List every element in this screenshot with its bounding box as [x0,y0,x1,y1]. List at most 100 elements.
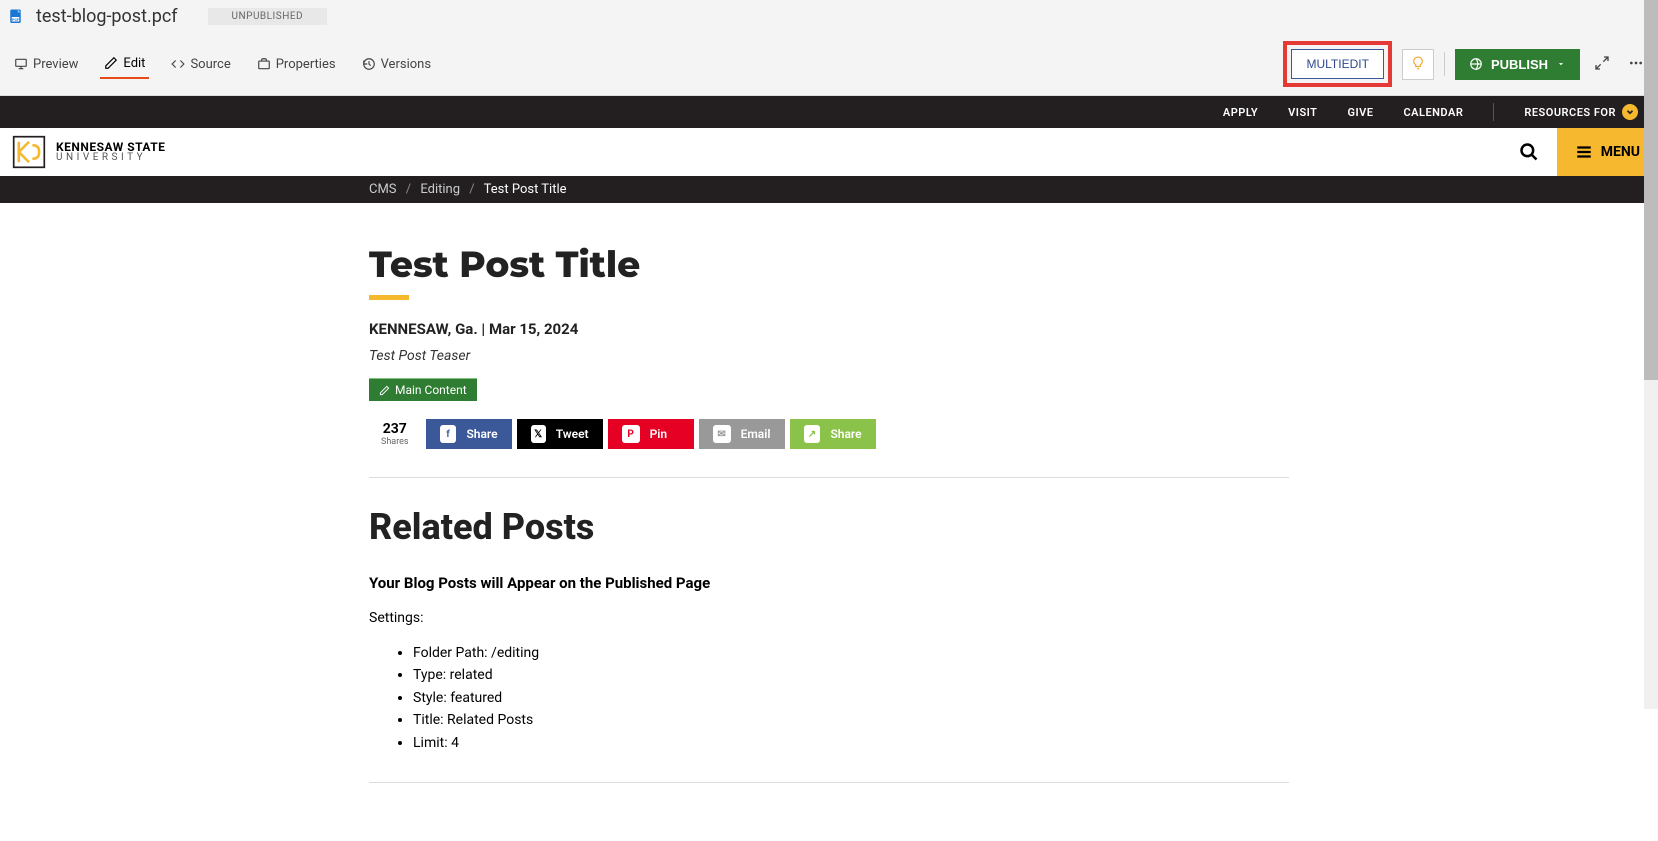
pencil-icon [104,56,118,70]
nav-give[interactable]: GIVE [1347,106,1373,119]
meta-sep: | [481,320,489,338]
share-email-button[interactable]: ✉ Email [699,419,785,449]
scrollbar[interactable] [1644,0,1658,709]
caret-down-icon [1556,59,1566,69]
settings-item: Folder Path: /editing [413,642,1289,664]
crumb-current: Test Post Title [484,182,567,197]
menu-label: MENU [1601,144,1640,160]
chevron-down-circle-icon [1622,104,1638,120]
monitor-icon [14,57,28,71]
brand[interactable]: KENNESAW STATE UNIVERSITY [0,135,165,169]
expand-button[interactable] [1590,51,1614,78]
settings-list: Folder Path: /editing Type: related Styl… [369,642,1289,754]
svg-text:PCF: PCF [12,17,19,21]
toolbar-left: Preview Edit Source Properties Versions [10,50,435,79]
tab-properties[interactable]: Properties [253,51,340,78]
share-tw-label: Tweet [556,427,589,441]
lightbulb-button[interactable] [1402,49,1434,80]
post-title: Test Post Title [369,243,1289,287]
content-area: Test Post Title KENNESAW, Ga. | Mar 15, … [0,203,1658,841]
share-generic-label: Share [830,427,861,441]
settings-item: Type: related [413,664,1289,686]
tab-edit[interactable]: Edit [100,50,149,79]
share-generic-button[interactable]: ↗ Share [790,419,876,449]
edit-main-content-button[interactable]: Main Content [369,378,477,401]
scrollbar-thumb[interactable] [1644,0,1658,380]
tab-source[interactable]: Source [167,51,234,78]
nav-resources-for[interactable]: RESOURCES FOR [1524,104,1638,120]
title-underline [369,295,409,300]
share-count: 237 Shares [369,421,421,447]
nav-calendar[interactable]: CALENDAR [1403,106,1463,119]
file-pcf-icon: PCF [8,8,26,26]
post-date: Mar 15, 2024 [489,320,578,338]
brand-text: KENNESAW STATE UNIVERSITY [56,141,165,163]
nav-apply[interactable]: APPLY [1223,106,1258,119]
publish-button[interactable]: PUBLISH [1455,49,1580,80]
multiedit-button[interactable]: MULTIEDIT [1291,49,1383,79]
tab-preview-label: Preview [33,57,78,72]
share-facebook-button[interactable]: f Share [426,419,512,449]
edit-region-label: Main Content [395,383,467,397]
search-button[interactable] [1501,128,1557,176]
related-subtitle: Your Blog Posts will Appear on the Publi… [369,574,1289,592]
tab-preview[interactable]: Preview [10,51,82,78]
settings-label: Settings: [369,610,1289,626]
email-icon: ✉ [713,425,731,443]
utility-nav: APPLY VISIT GIVE CALENDAR RESOURCES FOR [0,96,1658,128]
menu-button[interactable]: MENU [1557,128,1658,176]
x-icon: 𝕏 [531,425,546,443]
related-title: Related Posts [369,506,1289,548]
publish-label: PUBLISH [1491,57,1548,72]
publish-icon [1469,57,1483,71]
crumb-cms[interactable]: CMS [369,182,397,197]
crumb-sep: / [406,182,411,197]
site-header: KENNESAW STATE UNIVERSITY MENU [0,128,1658,176]
utility-divider [1493,103,1494,121]
hamburger-icon [1575,143,1593,161]
tab-source-label: Source [190,57,230,72]
pinterest-icon: P [622,425,640,443]
share-count-number: 237 [381,421,409,437]
highlight-box: MULTIEDIT [1283,41,1391,87]
crumb-editing[interactable]: Editing [420,182,460,197]
share-row: 237 Shares f Share 𝕏 Tweet P Pin ✉ Em [369,419,1289,449]
nav-visit[interactable]: VISIT [1288,106,1317,119]
separator [369,782,1289,783]
tab-edit-label: Edit [123,56,145,71]
pencil-icon [379,385,390,396]
share-icon: ↗ [804,425,821,443]
settings-item: Style: featured [413,687,1289,709]
brand-bottom: UNIVERSITY [56,153,165,163]
post-location: KENNESAW, Ga. [369,320,478,338]
status-badge: UNPUBLISHED [208,8,328,25]
tab-versions[interactable]: Versions [358,51,435,78]
briefcase-icon [257,57,271,71]
share-pin-label: Pin [650,427,668,441]
header-right: MENU [1501,128,1658,176]
expand-icon [1594,55,1610,71]
share-twitter-button[interactable]: 𝕏 Tweet [517,419,603,449]
breadcrumb: CMS / Editing / Test Post Title [0,176,1658,203]
share-fb-label: Share [466,427,497,441]
toolbar-divider [1444,52,1445,76]
facebook-icon: f [440,425,457,443]
page-preview: APPLY VISIT GIVE CALENDAR RESOURCES FOR … [0,96,1658,841]
resources-for-label: RESOURCES FOR [1524,106,1616,119]
post-meta: KENNESAW, Ga. | Mar 15, 2024 [369,320,1289,338]
share-email-label: Email [741,427,771,441]
tab-properties-label: Properties [276,57,336,72]
post-teaser: Test Post Teaser [369,348,1289,364]
filename-bar: PCF test-blog-post.pcf UNPUBLISHED [0,0,1658,33]
file-name[interactable]: test-blog-post.pcf [36,6,178,27]
settings-item: Limit: 4 [413,732,1289,754]
toolbar: Preview Edit Source Properties Versions … [0,33,1658,96]
separator [369,477,1289,478]
share-count-label: Shares [381,437,409,447]
crumb-sep: / [469,182,474,197]
lightbulb-icon [1411,56,1425,70]
history-icon [362,57,376,71]
tab-versions-label: Versions [381,57,431,72]
toolbar-right: MULTIEDIT PUBLISH [1283,41,1648,87]
share-pinterest-button[interactable]: P Pin [608,419,694,449]
